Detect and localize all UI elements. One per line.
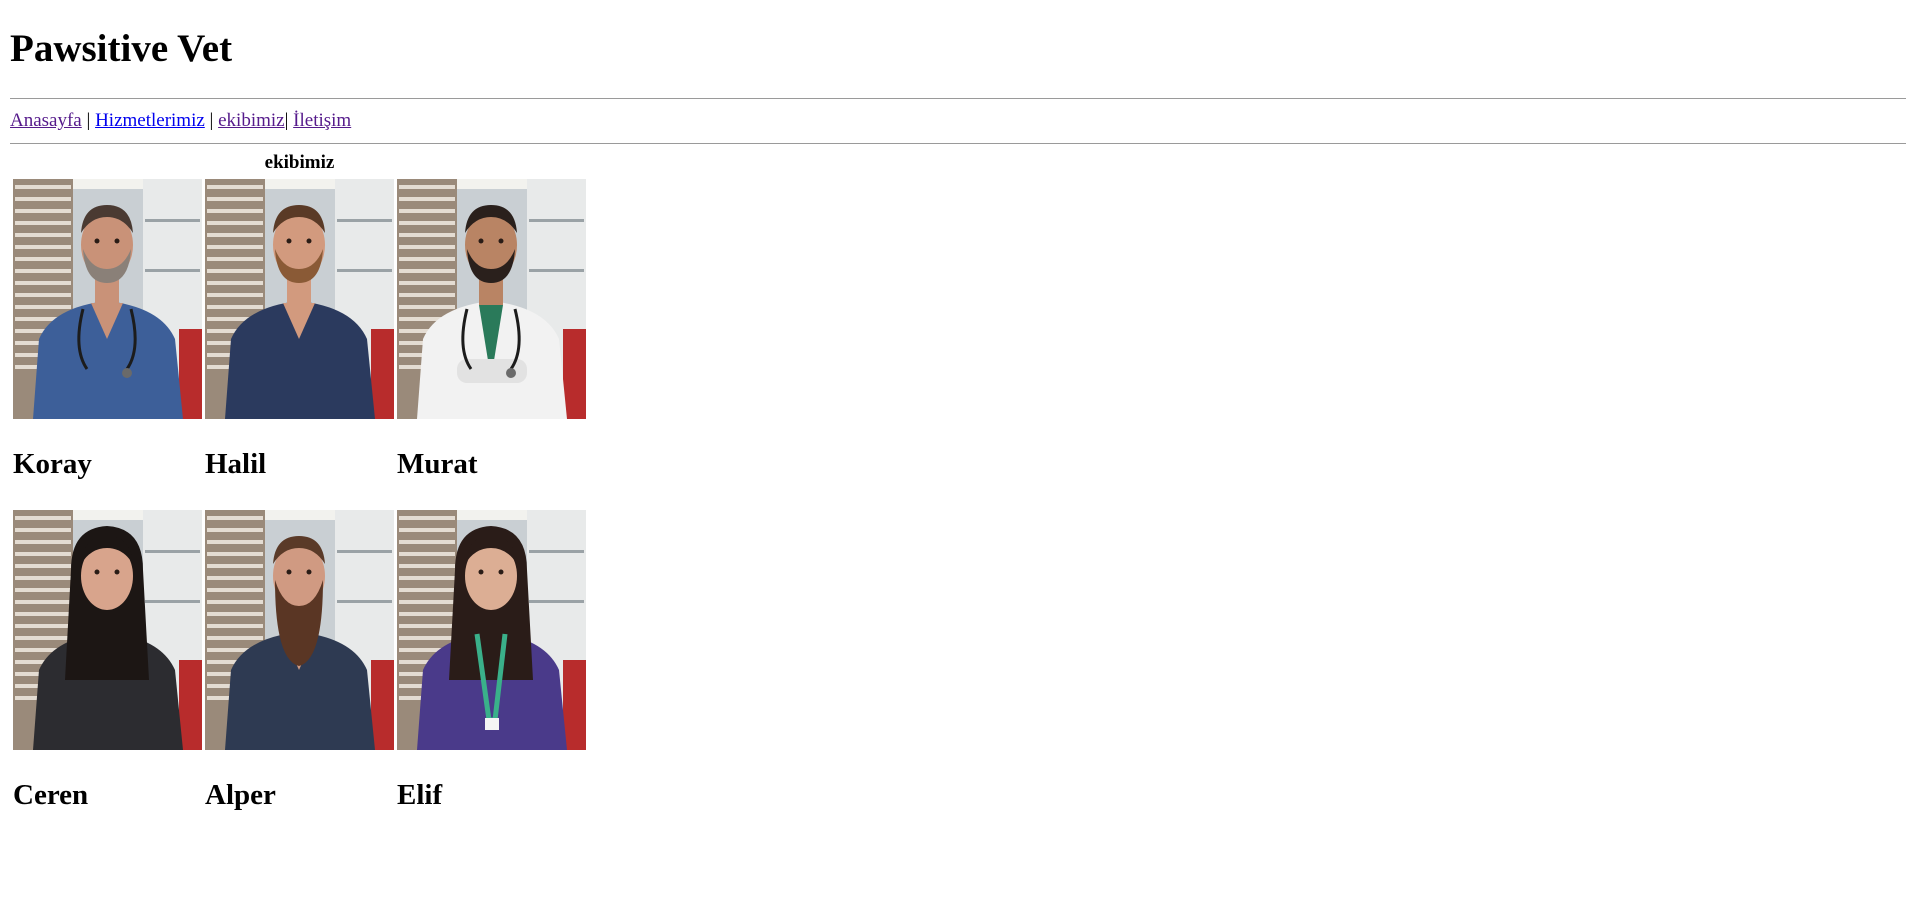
page: Pawsitive Vet Anasayfa | Hizmetlerimiz |…: [0, 0, 1916, 917]
nav-separator: |: [209, 110, 214, 131]
team-row: Koray Halil Murat: [13, 179, 586, 507]
site-title: Pawsitive Vet: [10, 27, 233, 70]
nav-separator: |: [86, 110, 91, 131]
team-member-photo: [397, 510, 586, 750]
bottom-divider: [10, 143, 1906, 144]
team-member-name: Alper: [205, 779, 276, 811]
portrait-illustration: [205, 510, 394, 750]
team-member-name: Elif: [397, 779, 443, 811]
team-caption: ekibimiz: [264, 152, 335, 173]
team-member-name: Murat: [397, 448, 478, 480]
team-member-card: Ceren: [13, 510, 202, 838]
team-member-photo: [205, 179, 394, 419]
team-member-card: Halil: [205, 179, 394, 507]
nav-link-services[interactable]: Hizmetlerimiz: [95, 110, 205, 131]
team-member-card: Elif: [397, 510, 586, 838]
team-table: ekibimiz Koray Halil Murat Ceren Alper Elif: [10, 152, 589, 841]
team-member-name: Halil: [205, 448, 267, 480]
team-member-card: Alper: [205, 510, 394, 838]
team-member-photo: [13, 179, 202, 419]
team-member-name: Ceren: [13, 779, 89, 811]
nav-link-contact[interactable]: İletişim: [293, 110, 351, 131]
portrait-illustration: [397, 510, 586, 750]
portrait-illustration: [13, 179, 202, 419]
portrait-illustration: [397, 179, 586, 419]
team-row: Ceren Alper Elif: [13, 510, 586, 838]
portrait-illustration: [13, 510, 202, 750]
nav-separator: |: [284, 110, 289, 131]
nav-link-home[interactable]: Anasayfa: [10, 110, 82, 131]
main-nav: Anasayfa | Hizmetlerimiz | ekibimiz| İle…: [10, 99, 1906, 143]
team-member-card: Koray: [13, 179, 202, 507]
team-member-photo: [205, 510, 394, 750]
team-member-photo: [13, 510, 202, 750]
portrait-illustration: [205, 179, 394, 419]
team-member-photo: [397, 179, 586, 419]
team-member-name: Koray: [13, 448, 92, 480]
nav-link-team[interactable]: ekibimiz: [218, 110, 284, 131]
team-member-card: Murat: [397, 179, 586, 507]
